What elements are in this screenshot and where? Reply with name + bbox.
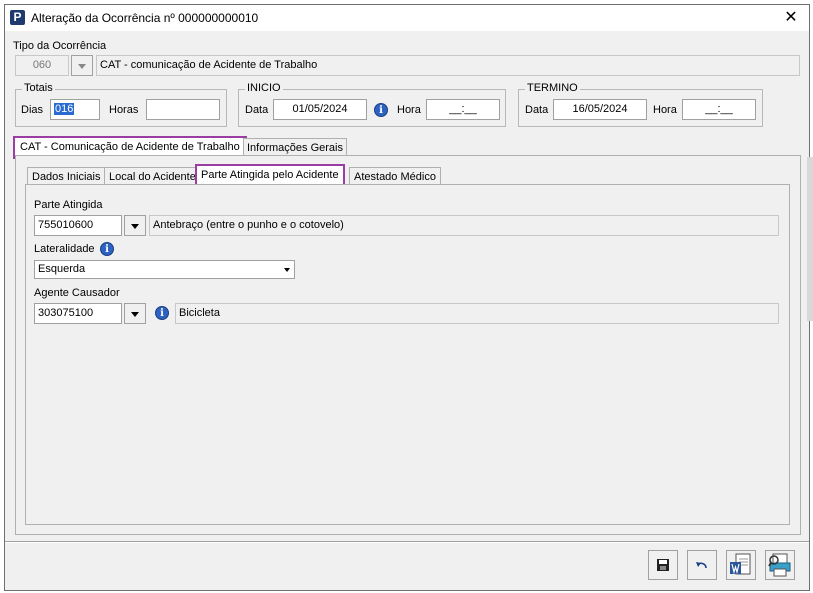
tab-dados-iniciais[interactable]: Dados Iniciais xyxy=(27,167,106,185)
agente-description-field: Bicicleta xyxy=(175,303,779,324)
window-title: Alteração da Ocorrência nº 000000000010 xyxy=(31,11,259,25)
lateralidade-info-icon[interactable]: i xyxy=(100,242,114,256)
tab-local-acidente[interactable]: Local do Acidente xyxy=(104,167,201,185)
inicio-info-icon[interactable]: i xyxy=(374,103,388,117)
agente-info-icon[interactable]: i xyxy=(155,306,169,320)
parte-description-field: Antebraço (entre o punho e o cotovelo) xyxy=(149,215,779,236)
app-logo-icon: P xyxy=(10,10,25,25)
print-preview-button[interactable] xyxy=(765,550,795,580)
tipo-description-field: CAT - comunicação de Acidente de Trabalh… xyxy=(96,55,800,76)
dias-label: Dias xyxy=(21,104,44,116)
agente-dropdown-button[interactable] xyxy=(124,303,146,324)
inicio-hora-label: Hora xyxy=(397,104,421,116)
tab-atestado-medico[interactable]: Atestado Médico xyxy=(349,167,441,185)
word-document-icon xyxy=(730,553,751,575)
dialog-window: P Alteração da Ocorrência nº 00000000001… xyxy=(4,4,813,591)
totais-legend: Totais xyxy=(22,82,55,94)
termino-data-field[interactable]: 16/05/2024 xyxy=(553,99,647,120)
agente-causador-label: Agente Causador xyxy=(34,287,120,299)
parte-code-field[interactable]: 755010600 xyxy=(34,215,122,236)
inicio-legend: INICIO xyxy=(245,82,283,94)
tipo-code-field[interactable]: 060 xyxy=(15,55,69,76)
chevron-down-icon xyxy=(284,268,290,272)
word-export-button[interactable] xyxy=(726,550,756,580)
undo-button[interactable] xyxy=(687,550,717,580)
inicio-hora-field[interactable]: __:__ xyxy=(426,99,500,120)
horas-label: Horas xyxy=(109,104,139,116)
inicio-data-label: Data xyxy=(245,104,269,116)
lateralidade-select[interactable]: Esquerda xyxy=(34,260,295,279)
horas-field[interactable] xyxy=(146,99,220,120)
termino-hora-label: Hora xyxy=(653,104,677,116)
undo-icon xyxy=(696,562,707,569)
title-bar: P Alteração da Ocorrência nº 00000000001… xyxy=(5,5,809,31)
lateralidade-label: Lateralidade xyxy=(34,243,95,255)
scrollbar[interactable] xyxy=(807,157,813,321)
save-button[interactable] xyxy=(648,550,678,580)
parte-atingida-label: Parte Atingida xyxy=(34,199,103,211)
termino-data-label: Data xyxy=(525,104,549,116)
tab-parte-atingida[interactable]: Parte Atingida pelo Acidente xyxy=(195,164,345,186)
print-preview-icon xyxy=(768,553,791,577)
footer-divider xyxy=(5,541,809,543)
close-icon[interactable]: ✕ xyxy=(773,5,809,31)
dias-value: 016 xyxy=(54,103,75,115)
termino-hora-field[interactable]: __:__ xyxy=(682,99,756,120)
dias-field[interactable]: 016 xyxy=(50,99,100,120)
tipo-label: Tipo da Ocorrência xyxy=(13,40,107,52)
inicio-data-field[interactable]: 01/05/2024 xyxy=(273,99,367,120)
parte-dropdown-button[interactable] xyxy=(124,215,146,236)
agente-code-field[interactable]: 303075100 xyxy=(34,303,122,324)
save-icon xyxy=(657,559,669,571)
tipo-dropdown-button[interactable] xyxy=(71,55,93,76)
lateralidade-value: Esquerda xyxy=(38,263,86,275)
termino-legend: TERMINO xyxy=(525,82,580,94)
